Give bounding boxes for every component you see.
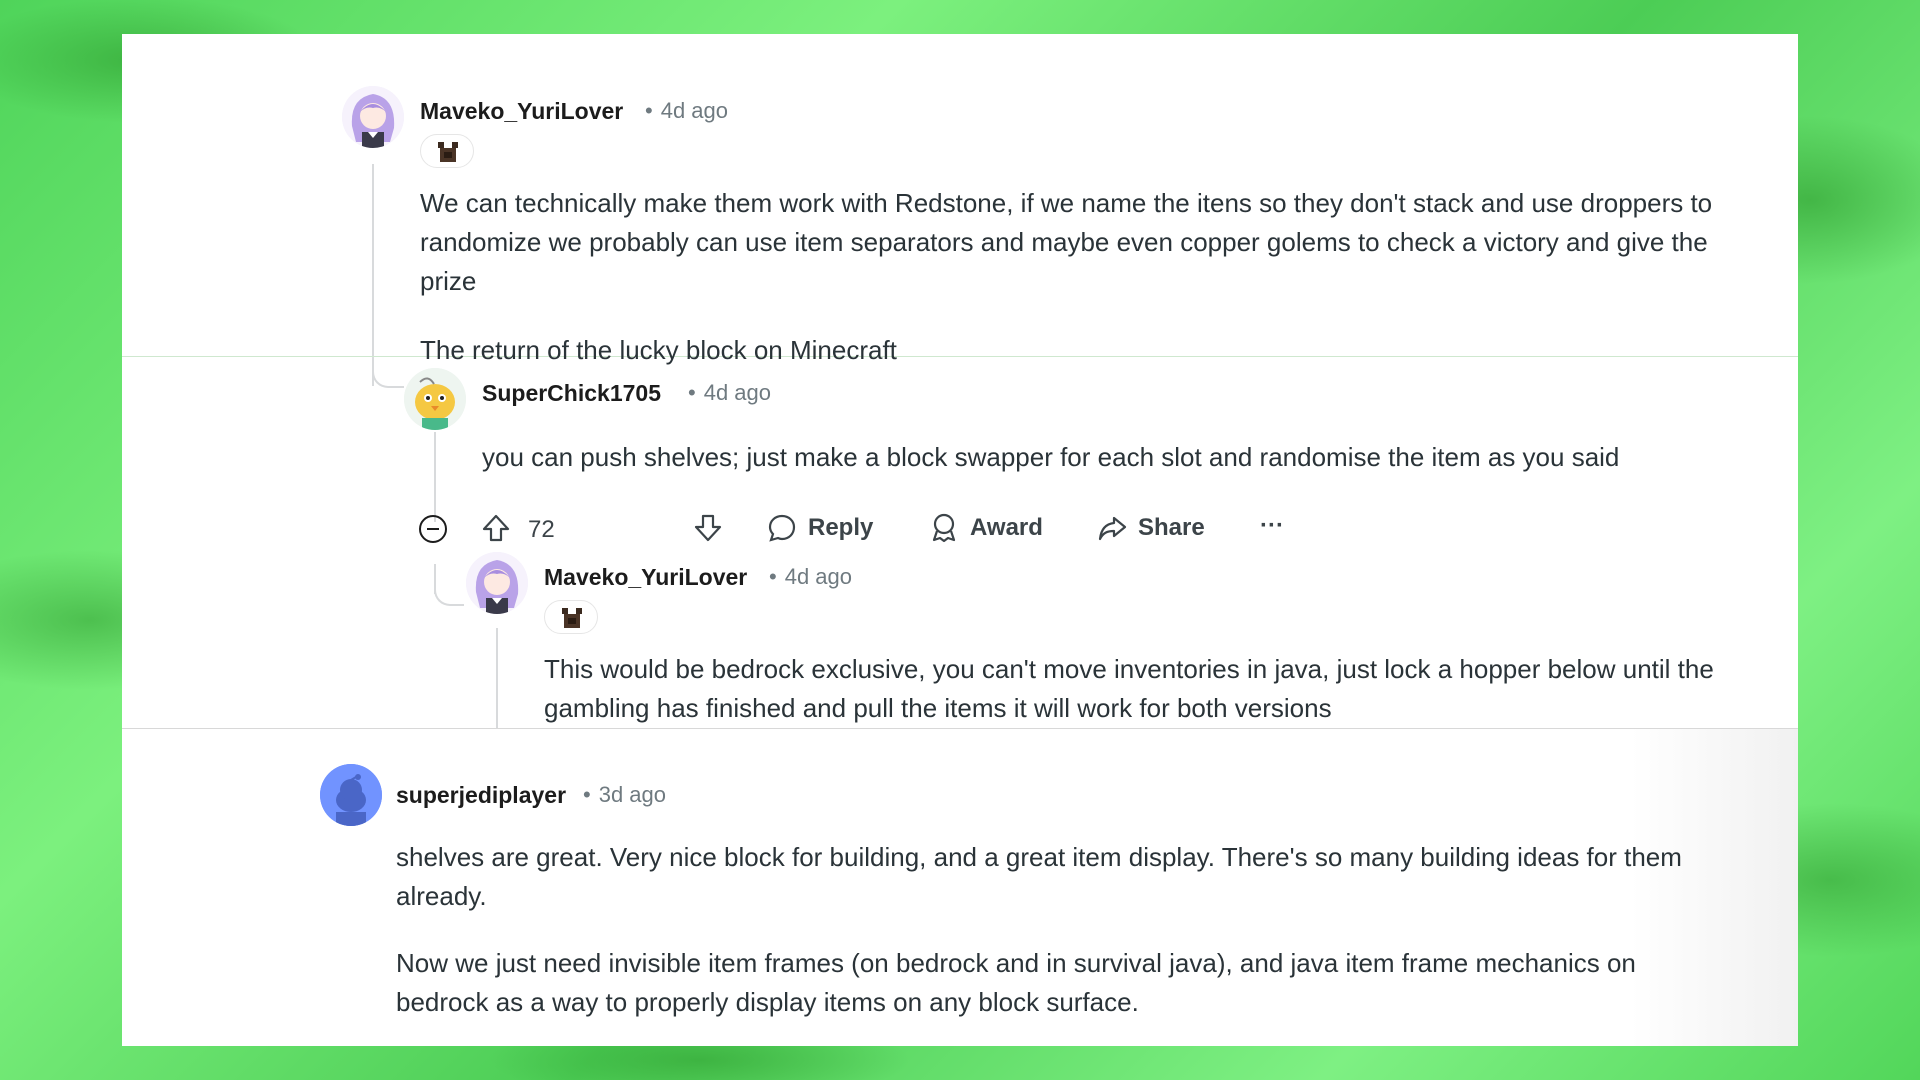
comment-timestamp[interactable]: 4d ago (661, 98, 728, 123)
share-label: Share (1138, 514, 1205, 541)
meta-separator: • (645, 98, 653, 123)
comment-icon (768, 514, 796, 542)
collapse-icon (419, 515, 447, 543)
award-label: Award (970, 514, 1043, 541)
comment-body: shelves are great. Very nice block for b… (396, 838, 1796, 1022)
user-avatar[interactable] (320, 764, 382, 826)
collapse-button[interactable] (418, 514, 458, 544)
thread-line-curve (434, 574, 464, 606)
user-avatar[interactable] (404, 368, 466, 430)
comment-paragraph: The return of the lucky block on Minecra… (420, 335, 897, 365)
more-options-button[interactable]: ··· (1260, 512, 1284, 540)
downvote-button[interactable] (692, 512, 734, 544)
meta-separator: • (769, 564, 777, 589)
comment-body: you can push shelves; just make a block … (482, 438, 1782, 477)
comment-meta: • 3d ago (575, 782, 666, 808)
user-flair (420, 134, 474, 168)
comment-author[interactable]: SuperChick1705 (482, 380, 661, 407)
comment-body: This would be bedrock exclusive, you can… (544, 650, 1794, 728)
comment-timestamp[interactable]: 4d ago (785, 564, 852, 589)
meta-separator: • (583, 782, 591, 807)
thread-line-curve (372, 364, 404, 388)
comment-thread-panel: Maveko_YuriLover • 4d ago We can technica… (122, 34, 1798, 1046)
thread-line[interactable] (434, 432, 436, 522)
comment-body: We can technically make them work with R… (420, 184, 1760, 370)
reply-label: Reply (808, 514, 874, 541)
flair-icon (562, 608, 582, 628)
comment-paragraph: shelves are great. Very nice block for b… (396, 842, 1682, 911)
more-icon: ··· (1260, 512, 1284, 539)
comment-paragraph: you can push shelves; just make a block … (482, 442, 1620, 472)
vote-score: 72 (528, 516, 555, 543)
downvote-icon (694, 514, 722, 542)
anime-avatar-icon (342, 86, 404, 148)
share-icon (1098, 516, 1127, 541)
user-flair (544, 600, 598, 634)
award-icon (932, 513, 956, 543)
anime-avatar-icon (466, 552, 528, 614)
user-avatar[interactable] (466, 552, 528, 614)
comment-paragraph: Now we just need invisible item frames (… (396, 948, 1636, 1017)
user-avatar[interactable] (342, 86, 404, 148)
award-button[interactable]: Award (928, 512, 1043, 544)
comment-meta: • 4d ago (761, 564, 852, 590)
comment-author[interactable]: Maveko_YuriLover (420, 98, 623, 125)
share-button[interactable]: Share (1096, 512, 1205, 544)
reddit-snoo-avatar-icon (320, 764, 382, 826)
comment-timestamp[interactable]: 4d ago (704, 380, 771, 405)
comment-paragraph: We can technically make them work with R… (420, 188, 1713, 296)
comment-author[interactable]: Maveko_YuriLover (544, 564, 747, 591)
flair-icon (438, 142, 458, 162)
comment-meta: • 4d ago (637, 98, 728, 124)
thread-line[interactable] (496, 628, 498, 728)
upvote-icon (482, 514, 510, 542)
meta-separator: • (688, 380, 696, 405)
thread-line[interactable] (372, 164, 374, 386)
comment-timestamp[interactable]: 3d ago (599, 782, 666, 807)
upvote-button[interactable] (480, 512, 522, 544)
comment-author[interactable]: superjediplayer (396, 782, 566, 809)
chick-avatar-icon (404, 368, 466, 430)
comment-meta: • 4d ago (680, 380, 771, 406)
comment-paragraph: This would be bedrock exclusive, you can… (544, 654, 1714, 723)
reply-button[interactable]: Reply (766, 512, 873, 544)
